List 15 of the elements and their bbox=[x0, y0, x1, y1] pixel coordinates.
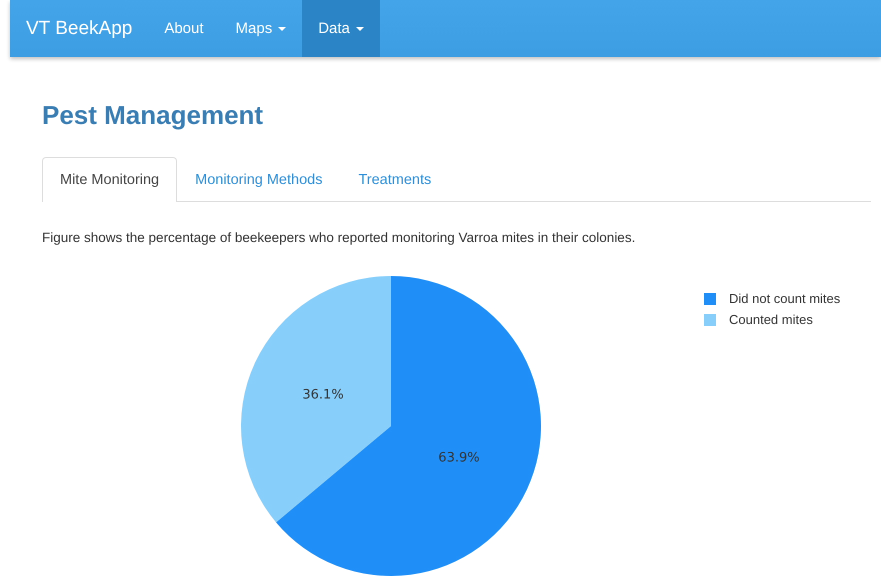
legend-swatch bbox=[704, 292, 716, 304]
legend-swatch bbox=[704, 314, 716, 326]
tab[interactable]: Treatments bbox=[340, 157, 450, 202]
nav-dropdown[interactable]: Data bbox=[302, 0, 380, 57]
slice-label: 36.1% bbox=[302, 387, 344, 402]
nav-dropdown[interactable]: Maps bbox=[220, 0, 302, 57]
figure-description: Figure shows the percentage of beekeepers who reported monitoring Varroa mites in their colonies. bbox=[42, 230, 636, 245]
nav-link[interactable]: About bbox=[148, 0, 220, 57]
app-brand[interactable]: VT BeekApp bbox=[10, 0, 148, 57]
legend-label: Counted mites bbox=[729, 312, 813, 327]
slice-label: 63.9% bbox=[438, 450, 480, 466]
page-title: Pest Management bbox=[42, 100, 264, 131]
legend-label: Did not count mites bbox=[729, 291, 840, 306]
tab[interactable]: Monitoring Methods bbox=[177, 157, 340, 202]
tab[interactable]: Mite Monitoring bbox=[42, 157, 178, 202]
